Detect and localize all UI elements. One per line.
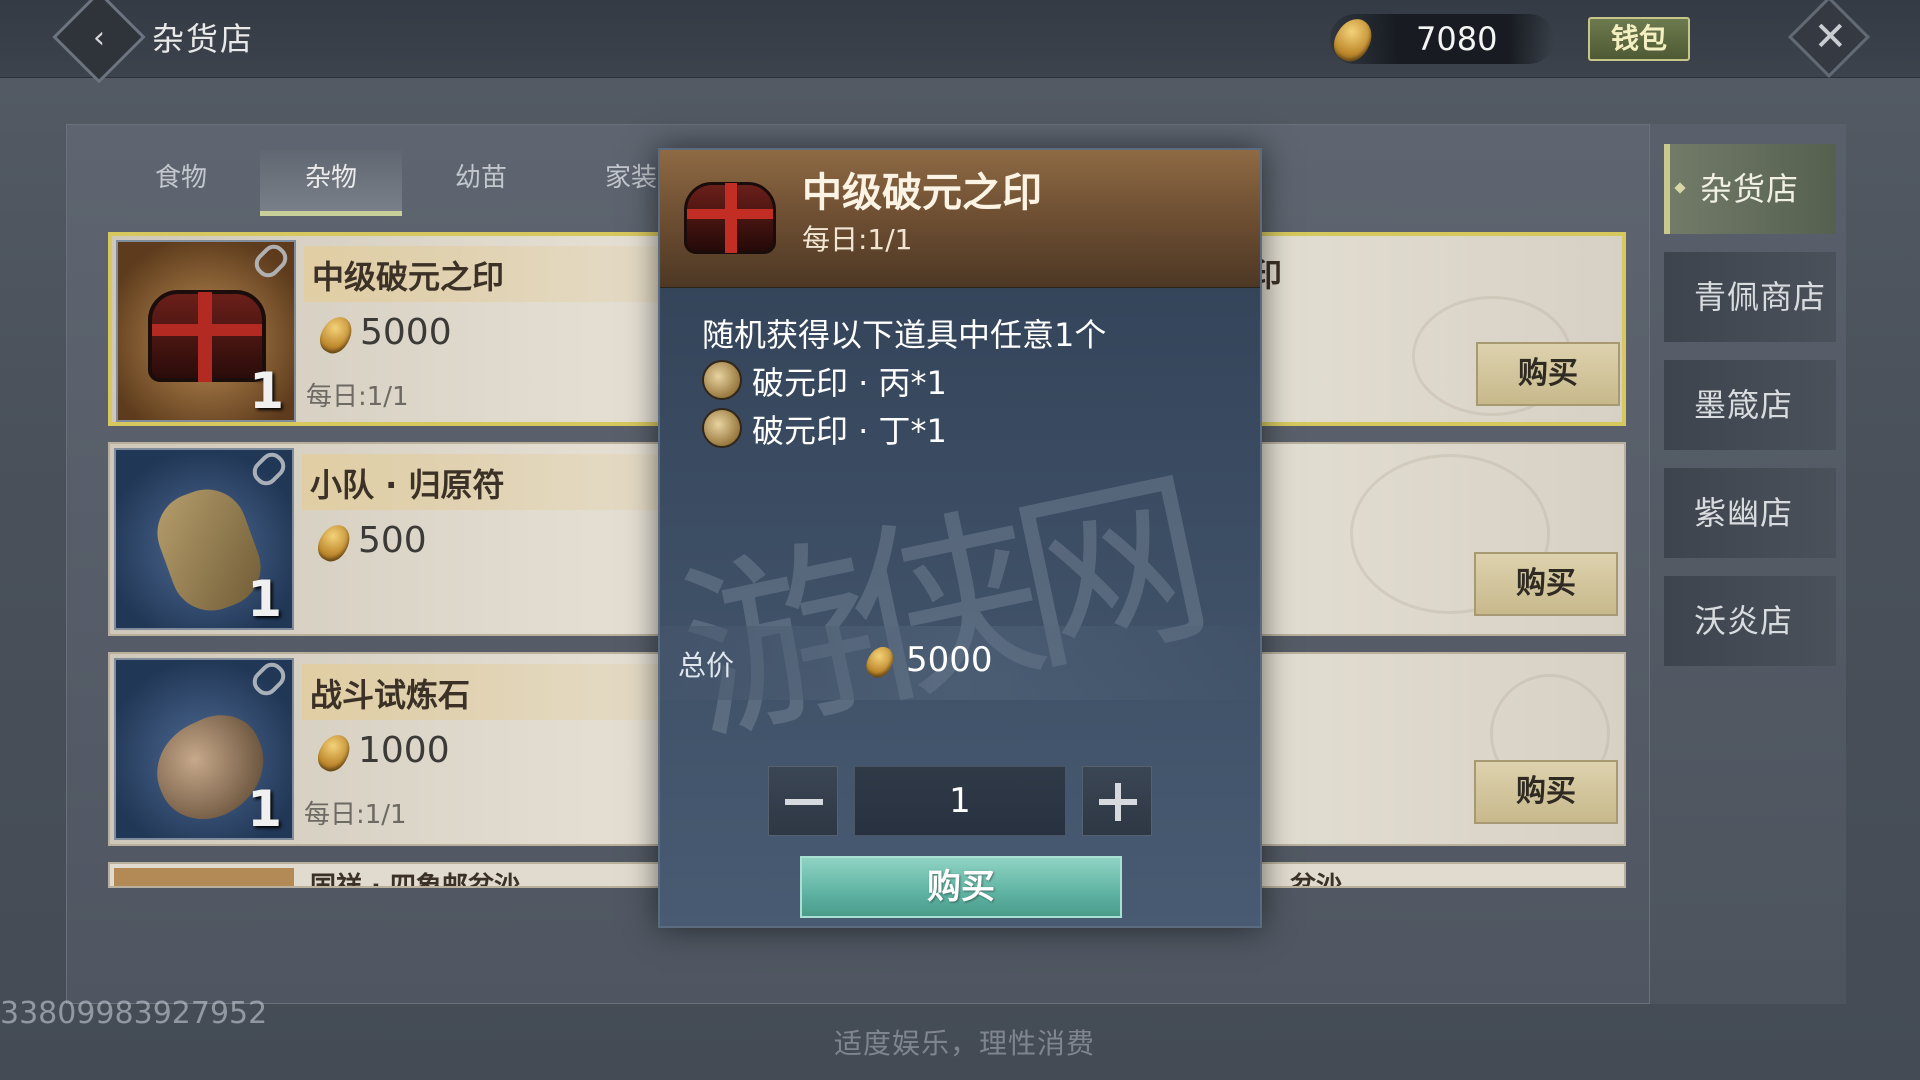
reward-text: 破元印 · 丙*1: [752, 364, 947, 402]
item-thumbnail: 1: [116, 239, 296, 422]
chest-icon: [684, 182, 776, 254]
quantity-input[interactable]: 1: [854, 766, 1066, 836]
seal-bing-icon: [702, 360, 742, 400]
tab-food[interactable]: 食物: [110, 150, 252, 216]
item-name: 国祥 · 四象邮盆沙: [310, 872, 520, 888]
sidebar-item-woyan[interactable]: 沃炎店: [1664, 576, 1836, 666]
tab-misc[interactable]: 杂物: [260, 150, 402, 216]
coin-icon: [1327, 12, 1379, 68]
wallet-button[interactable]: 钱包: [1588, 17, 1690, 61]
buy-button[interactable]: 购买: [1476, 342, 1620, 406]
buy-button[interactable]: 购买: [1474, 552, 1618, 616]
dialog-header: 中级破元之印 每日:1/1: [660, 150, 1260, 288]
purchase-dialog: 中级破元之印 每日:1/1 随机获得以下道具中任意1个 破元印 · 丙*1 破元…: [658, 148, 1262, 928]
sidebar-item-label: 墨箴店: [1694, 386, 1794, 424]
item-quantity: 1: [247, 570, 282, 628]
sidebar-item-label: 青佩商店: [1694, 278, 1827, 316]
quantity-decrease-button[interactable]: [768, 766, 838, 836]
chevron-left-icon: ‹: [93, 20, 105, 56]
link-icon: [247, 657, 291, 701]
seal-ding-icon: [702, 408, 742, 448]
item-price: 500: [358, 520, 427, 561]
sidebar-item-ziyou[interactable]: 紫幽店: [1664, 468, 1836, 558]
coin-icon: [861, 642, 899, 682]
item-thumbnail: [114, 868, 294, 886]
page-title: 杂货店: [152, 20, 255, 58]
player-id-text: 33809983927952: [0, 996, 268, 1031]
sidebar-item-label: 沃炎店: [1694, 602, 1794, 640]
footer-notice: 适度娱乐，理性消费: [834, 1027, 1096, 1060]
item-daily-limit: 每日:1/1: [304, 800, 407, 830]
close-icon: ✕: [1813, 13, 1848, 60]
sidebar-item-label: 紫幽店: [1694, 494, 1794, 532]
coin-icon: [312, 519, 356, 567]
total-value: 5000: [906, 640, 993, 680]
sidebar-item-qingpei[interactable]: 青佩商店: [1664, 252, 1836, 342]
top-bar: ‹ 杂货店 7080 钱包 ✕: [0, 0, 1920, 84]
currency-display: 7080: [1327, 12, 1554, 68]
buy-button[interactable]: 购买: [1474, 760, 1618, 824]
currency-amount: 7080: [1416, 20, 1498, 58]
item-price: 1000: [358, 730, 450, 771]
confirm-buy-button[interactable]: 购买: [800, 856, 1122, 918]
item-quantity: 1: [249, 362, 284, 420]
reward-text: 破元印 · 丁*1: [752, 412, 947, 450]
dialog-title: 中级破元之印: [802, 170, 1042, 216]
dialog-daily-limit: 每日:1/1: [802, 223, 913, 256]
coin-icon: [312, 729, 356, 777]
item-name: 中级破元之印: [312, 258, 505, 296]
item-daily-limit: 每日:1/1: [306, 382, 409, 412]
quantity-increase-button[interactable]: [1082, 766, 1152, 836]
tab-seedling[interactable]: 幼苗: [410, 150, 552, 216]
sidebar-item-mozhen[interactable]: 墨箴店: [1664, 360, 1836, 450]
sidebar-item-grocery[interactable]: 杂货店: [1664, 144, 1836, 234]
watermark: 游侠网: [664, 448, 1209, 771]
selected-indicator-icon: [1674, 182, 1686, 194]
total-label: 总价: [678, 649, 735, 682]
category-tabs: 食物 杂物 幼苗 家装: [110, 150, 670, 216]
item-thumbnail: 1: [114, 657, 294, 840]
item-quantity: 1: [247, 780, 282, 838]
coin-icon: [314, 311, 358, 359]
link-icon: [247, 447, 291, 491]
sidebar-item-label: 杂货店: [1700, 170, 1800, 208]
back-button[interactable]: ‹: [52, 0, 146, 84]
close-button[interactable]: ✕: [1787, 0, 1871, 79]
item-name: 小队 · 归原符: [310, 466, 505, 504]
total-price-bar: 总价 5000: [660, 626, 1260, 700]
item-name-fragment: 盆沙: [1290, 872, 1343, 888]
item-thumbnail: 1: [114, 447, 294, 630]
item-name: 战斗试炼石: [310, 676, 471, 714]
item-price: 5000: [360, 312, 452, 353]
dialog-description: 随机获得以下道具中任意1个: [702, 316, 1107, 354]
link-icon: [249, 239, 293, 283]
